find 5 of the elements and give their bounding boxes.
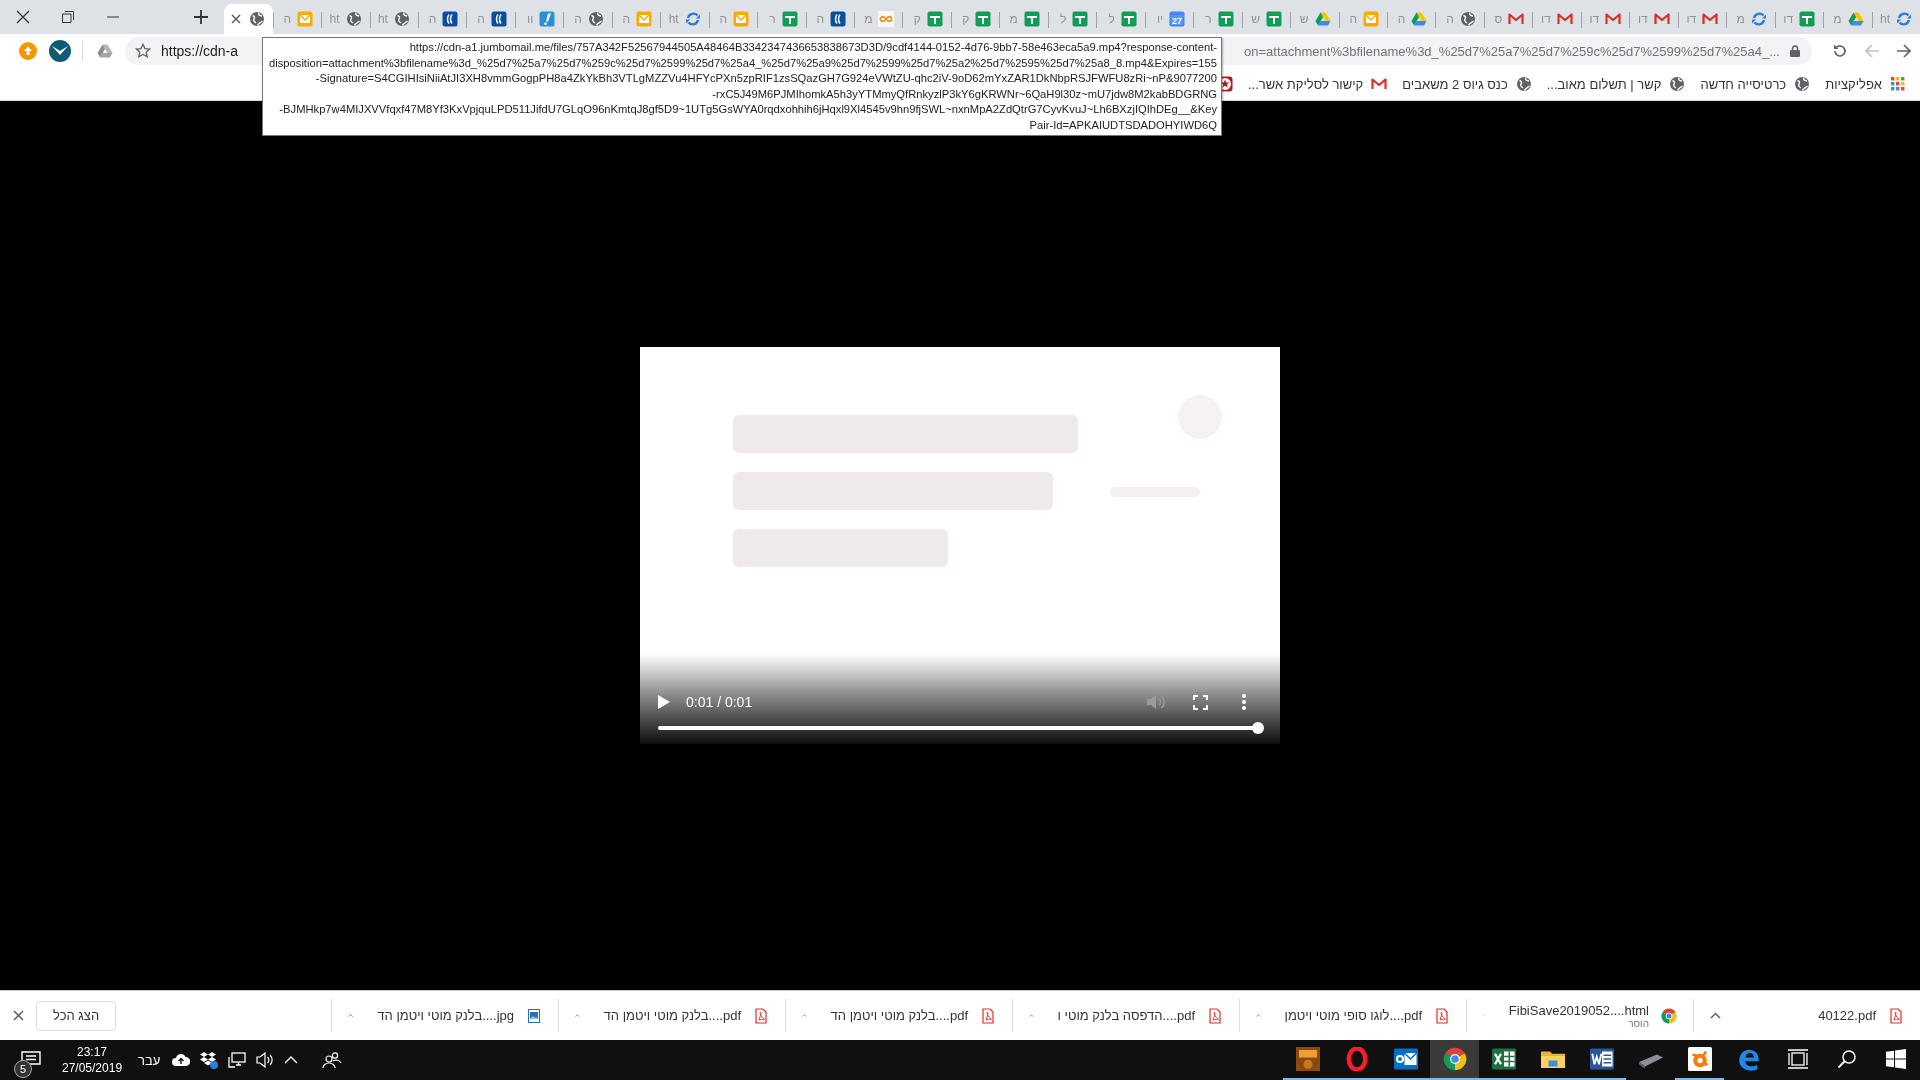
calendar-icon: 27 (1169, 11, 1186, 27)
url-tooltip: https://cdn-a1.jumbomail.me/files/757A342F52567944505A48464B3342347436653838673D3D/9cdf4144-0152-4d76-9bb7-58e463eca5a9.mp4?response-content- disposition=attachment%3bfilename%3d_%25d7%25a7%25d7%259c%25d7%2599%25d7%25a4_%25d7%25a9%25d7%2599%25d7%25a2%25d7%2595%25d7%25a8_8.mp4&Expires=155 -Signature=S4CGIHIsiNiiAtJI3XH8vmmGogpPH8a4ZkYkBh3VTLgMZZVu4HFYcPXn5zpRIF1zsSQazGH7G924eVWtZU-qhc2iV-9oD62mYxZAR1DkNbpRSJFWFU8zRi~nP&9077200 -rxC5J49M6PJMIhomkA5h3yYTMmyQfRnkyzlP3kY6gKRWNr~6QaH9l30z~mU7jdw8M2kabBDGRNG -BJMHkp7w4MIJXVVfqxf47M8Yf3KxVpjquLPD511JifdU7GLqO96nKmtqJ8gf5D9~1UTg5GsWYA0rqdxohhih6jHqxl9Xl4545v9hn9fjSWL~nxnMpA2ZdQtrG7CyvKvuJ~Lh6BXzjIQIhDEg__&Key Pair-Id=APKAIUDTSDADOHYIWD6Q (262, 37, 1222, 136)
time-display: 0:01 / 0:01 (686, 694, 753, 710)
notification-badge: 5 (14, 1060, 32, 1078)
download-status: הוסר (1628, 1017, 1649, 1029)
